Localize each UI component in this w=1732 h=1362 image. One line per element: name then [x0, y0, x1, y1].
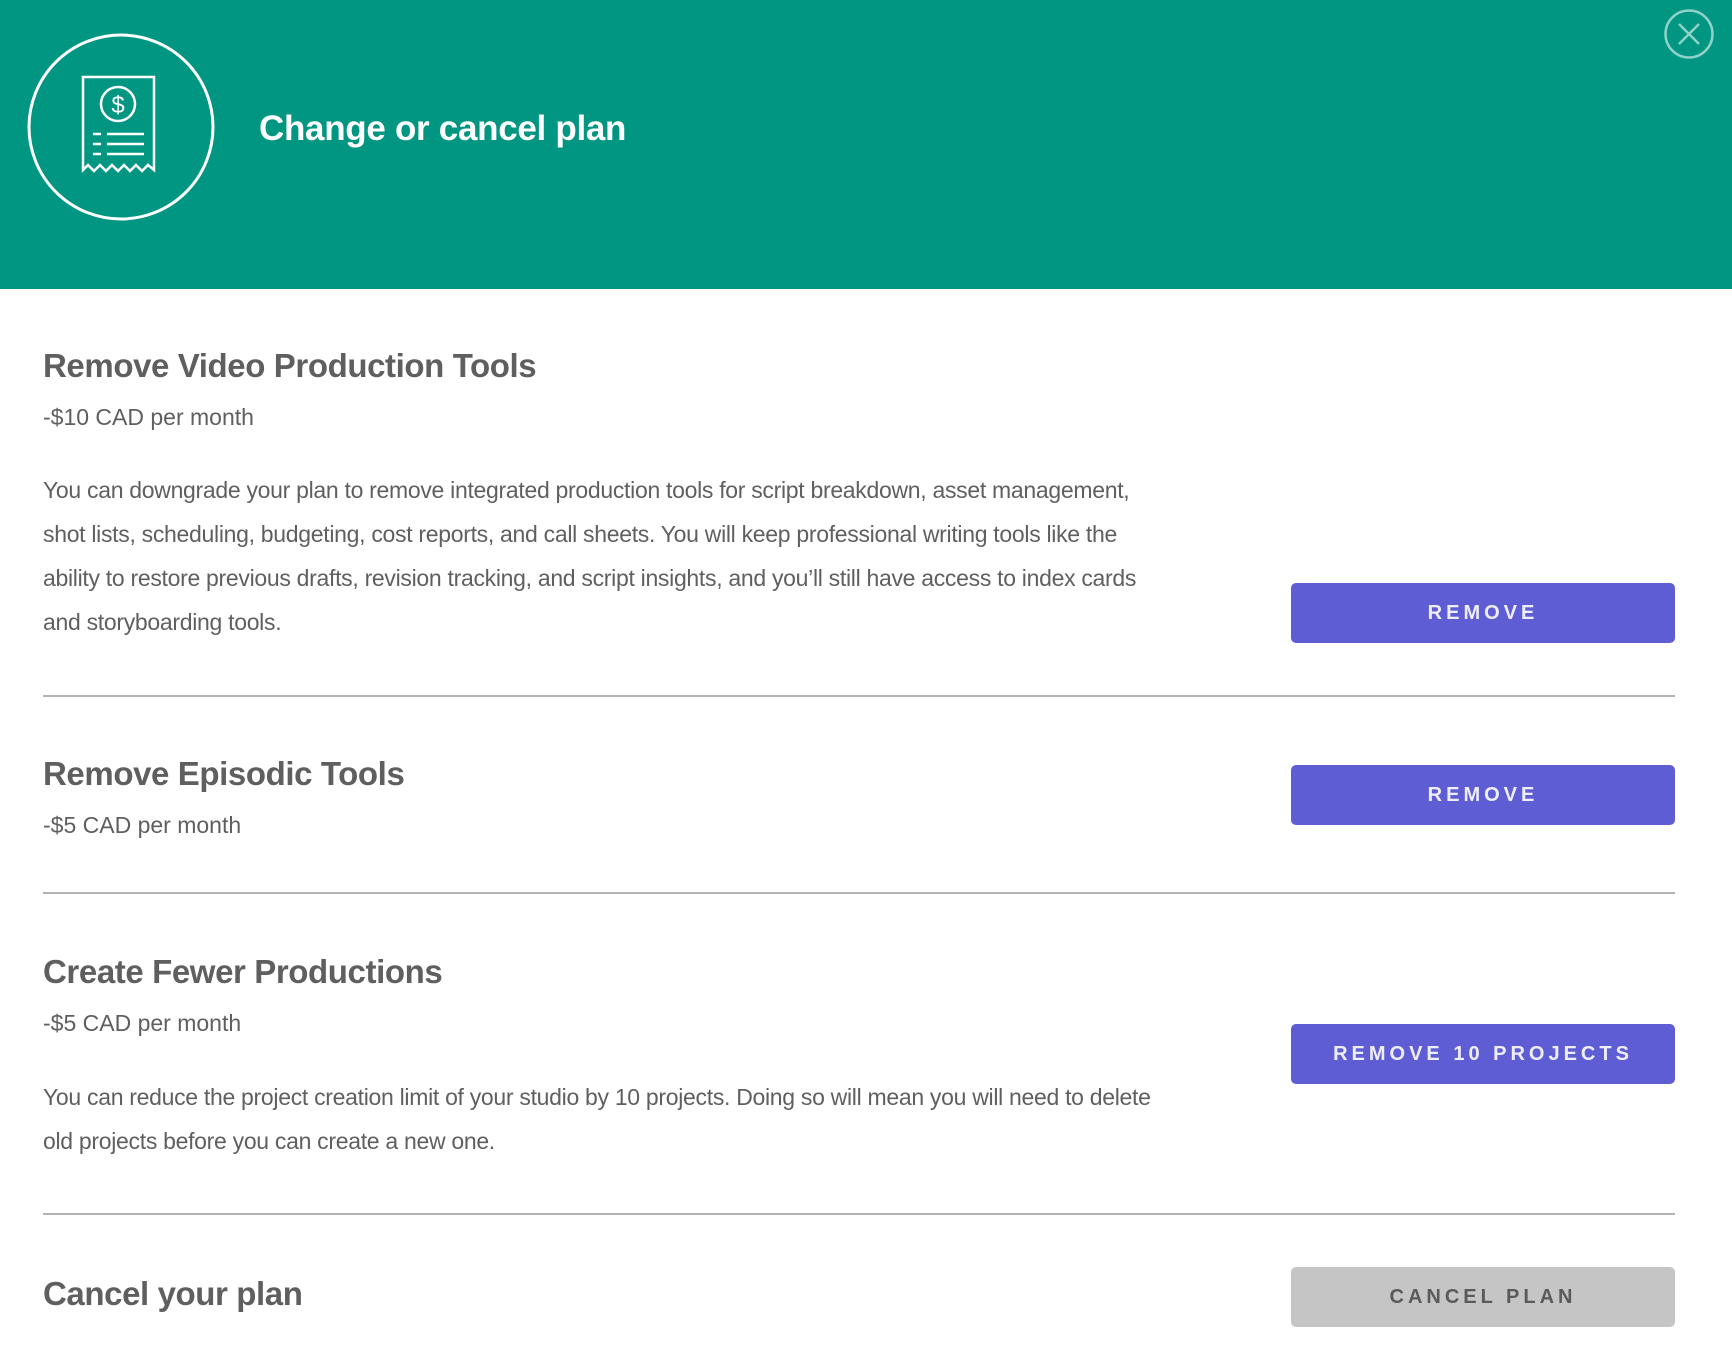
close-button[interactable] — [1663, 8, 1715, 60]
section-heading: Remove Video Production Tools — [43, 347, 537, 384]
receipt-dollar-icon: $ — [27, 33, 215, 221]
modal-title: Change or cancel plan — [259, 109, 627, 148]
divider — [43, 892, 1675, 894]
section-heading: Remove Episodic Tools — [43, 755, 405, 792]
section-description: You can reduce the project creation limi… — [43, 1084, 1151, 1154]
section-description: You can downgrade your plan to remove in… — [43, 477, 1137, 635]
remove-video-production-tools-button[interactable]: REMOVE — [1291, 583, 1675, 643]
section-price: -$5 CAD per month — [43, 1010, 242, 1036]
remove-episodic-tools-button[interactable]: REMOVE — [1291, 765, 1675, 825]
section-price: -$5 CAD per month — [43, 812, 242, 838]
divider — [43, 695, 1675, 697]
section-heading: Cancel your plan — [43, 1275, 303, 1312]
remove-10-projects-button[interactable]: REMOVE 10 PROJECTS — [1291, 1024, 1675, 1084]
section-heading: Create Fewer Productions — [43, 953, 443, 990]
divider — [43, 1213, 1675, 1215]
svg-text:$: $ — [111, 92, 124, 119]
section-price: -$10 CAD per month — [43, 404, 254, 430]
cancel-plan-button[interactable]: CANCEL PLAN — [1291, 1267, 1675, 1327]
modal-header: $ Change or cancel plan — [0, 0, 1732, 289]
close-icon — [1664, 9, 1714, 59]
